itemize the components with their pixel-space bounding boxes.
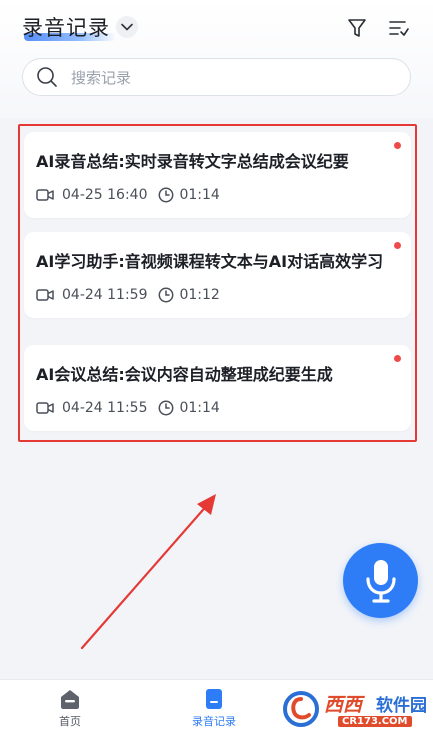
sort-list-icon[interactable] — [386, 15, 412, 41]
title-dropdown[interactable]: 录音记录 — [22, 12, 138, 42]
microphone-icon — [365, 559, 396, 603]
watermark: 西西 软件园 CR173.COM — [282, 690, 432, 736]
filter-icon[interactable] — [344, 15, 370, 41]
home-icon — [61, 690, 79, 709]
page-title: 录音记录 — [22, 16, 110, 40]
document-icon — [206, 689, 222, 709]
search-bar[interactable]: 搜索记录 — [22, 58, 411, 96]
search-input[interactable]: 搜索记录 — [71, 67, 131, 88]
nav-label: 首页 — [59, 715, 81, 728]
watermark-logo — [283, 691, 319, 727]
nav-item-records[interactable]: 录音记录 — [192, 688, 236, 729]
app-header: 录音记录 — [0, 0, 433, 56]
nav-item-home[interactable]: 首页 — [58, 688, 82, 729]
chevron-down-icon[interactable] — [116, 16, 138, 38]
record-mic-button[interactable] — [343, 543, 418, 618]
watermark-url: CR173.COM — [338, 716, 412, 727]
search-icon — [35, 65, 59, 89]
annotation-highlight-box — [18, 124, 417, 442]
watermark-brand-red: 西西 — [324, 694, 363, 716]
watermark-brand-blue: 软件园 — [376, 696, 427, 716]
nav-label: 录音记录 — [192, 715, 236, 728]
